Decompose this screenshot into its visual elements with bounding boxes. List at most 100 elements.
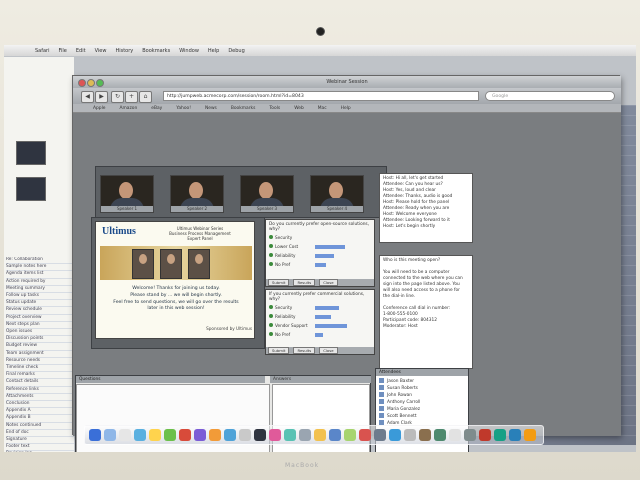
dock-app-icon[interactable] [329, 429, 341, 441]
radio-icon[interactable] [269, 235, 273, 239]
dock-app-icon[interactable] [314, 429, 326, 441]
poll-button[interactable]: Results [293, 347, 316, 354]
radio-icon[interactable] [269, 262, 273, 266]
bookmark-item[interactable]: Web [294, 106, 304, 111]
dock-app-icon[interactable] [389, 429, 401, 441]
dock-app-icon[interactable] [464, 429, 476, 441]
video-feed[interactable]: Speaker 1 [100, 175, 154, 213]
radio-icon[interactable] [269, 305, 273, 309]
home-icon[interactable]: ⌂ [139, 91, 152, 103]
dock-app-icon[interactable] [479, 429, 491, 441]
radio-icon[interactable] [269, 323, 273, 327]
user-icon [379, 378, 384, 383]
radio-icon[interactable] [269, 332, 273, 336]
poll-button[interactable]: Submit [268, 279, 290, 286]
attendee-item[interactable]: Maria Gonzalez [379, 406, 465, 413]
poll-option[interactable]: Reliability [269, 313, 371, 320]
menu-bookmarks[interactable]: Bookmarks [142, 48, 170, 54]
poll-button[interactable]: Close [319, 279, 338, 286]
poll-button[interactable]: Close [319, 347, 338, 354]
back-arrow-icon[interactable]: ◀ [81, 91, 94, 103]
dock-app-icon[interactable] [119, 429, 131, 441]
dock-app-icon[interactable] [449, 429, 461, 441]
bookmark-item[interactable]: eBay [151, 106, 162, 111]
attendee-item[interactable]: Scott Bennett [379, 413, 465, 420]
dock-app-icon[interactable] [224, 429, 236, 441]
info-panel[interactable]: Who is this meeting open? You will need … [379, 255, 473, 369]
bookmark-item[interactable]: Amazon [120, 106, 138, 111]
background-document[interactable]: Re: Collaboration Sample notes here Agenda… [4, 57, 74, 452]
radio-icon[interactable] [269, 314, 273, 318]
reload-icon[interactable]: ↻ [111, 91, 124, 103]
bookmark-item[interactable]: Apple [93, 106, 106, 111]
poll-button[interactable]: Results [293, 279, 316, 286]
attendee-item[interactable]: John Rowan [379, 392, 465, 399]
chat-panel[interactable]: Host: Hi all, let's get started Attendee:… [379, 173, 473, 243]
user-icon [379, 385, 384, 390]
bookmark-item[interactable]: News [205, 106, 217, 111]
address-bar[interactable]: http://jumpweb.acmecorp.com/session/room… [163, 91, 479, 101]
dock-app-icon[interactable] [524, 429, 536, 441]
dock-app-icon[interactable] [179, 429, 191, 441]
dock-app-icon[interactable] [269, 429, 281, 441]
menu-help[interactable]: Help [208, 48, 219, 54]
menu-window[interactable]: Window [179, 48, 199, 54]
dock-app-icon[interactable] [254, 429, 266, 441]
dock-app-icon[interactable] [299, 429, 311, 441]
dock-app-icon[interactable] [239, 429, 251, 441]
poll-option[interactable]: Vendor Support [269, 322, 371, 329]
poll-option[interactable]: Security [269, 234, 371, 241]
dock-app-icon[interactable] [134, 429, 146, 441]
dock-app-icon[interactable] [149, 429, 161, 441]
attendee-item[interactable]: Anthony Carroll [379, 399, 465, 406]
forward-arrow-icon[interactable]: ▶ [95, 91, 108, 103]
dock-app-icon[interactable] [164, 429, 176, 441]
dock-app-icon[interactable] [509, 429, 521, 441]
attendee-item[interactable]: Jason Baxter [379, 378, 465, 385]
bookmark-item[interactable]: Yahoo! [176, 106, 191, 111]
menu-debug[interactable]: Debug [228, 48, 244, 54]
thumbnail[interactable] [16, 141, 46, 165]
poll-option[interactable]: Security [269, 304, 371, 311]
browser-window[interactable]: Webinar Session ◀ ▶ ↻ + ⌂ http://jumpweb… [72, 75, 621, 452]
bookmark-item[interactable]: Mac [318, 106, 327, 111]
add-bookmark-icon[interactable]: + [125, 91, 138, 103]
search-field[interactable]: Google [485, 91, 615, 101]
poll-option[interactable]: No Pref [269, 261, 371, 268]
menu-history[interactable]: History [115, 48, 133, 54]
poll-option[interactable]: Reliability [269, 252, 371, 259]
thumbnail[interactable] [16, 177, 46, 201]
radio-icon[interactable] [269, 253, 273, 257]
menu-view[interactable]: View [95, 48, 107, 54]
menu-edit[interactable]: Edit [76, 48, 86, 54]
video-feed[interactable]: Speaker 2 [170, 175, 224, 213]
dock-app-icon[interactable] [209, 429, 221, 441]
minimize-icon[interactable] [87, 79, 95, 87]
window-titlebar[interactable]: Webinar Session [73, 76, 621, 88]
dock-app-icon[interactable] [284, 429, 296, 441]
zoom-icon[interactable] [96, 79, 104, 87]
dock-app-icon[interactable] [419, 429, 431, 441]
bookmark-item[interactable]: Bookmarks [231, 106, 256, 111]
poll-button[interactable]: Submit [268, 347, 290, 354]
dock-app-icon[interactable] [359, 429, 371, 441]
menu-safari[interactable]: Safari [35, 48, 50, 54]
poll-option[interactable]: No Pref [269, 331, 371, 338]
menu-file[interactable]: File [59, 48, 67, 54]
dock-app-icon[interactable] [89, 429, 101, 441]
bookmark-item[interactable]: Tools [269, 106, 280, 111]
video-feed[interactable]: Speaker 3 [240, 175, 294, 213]
radio-icon[interactable] [269, 244, 273, 248]
dock-app-icon[interactable] [434, 429, 446, 441]
dock-app-icon[interactable] [104, 429, 116, 441]
attendee-item[interactable]: Susan Roberts [379, 385, 465, 392]
dock-app-icon[interactable] [374, 429, 386, 441]
poll-option[interactable]: Lower Cost [269, 243, 371, 250]
close-icon[interactable] [78, 79, 86, 87]
dock-app-icon[interactable] [404, 429, 416, 441]
dock-app-icon[interactable] [344, 429, 356, 441]
dock-app-icon[interactable] [494, 429, 506, 441]
video-feed[interactable]: Speaker 4 [310, 175, 364, 213]
dock-app-icon[interactable] [194, 429, 206, 441]
bookmark-item[interactable]: Help [341, 106, 351, 111]
